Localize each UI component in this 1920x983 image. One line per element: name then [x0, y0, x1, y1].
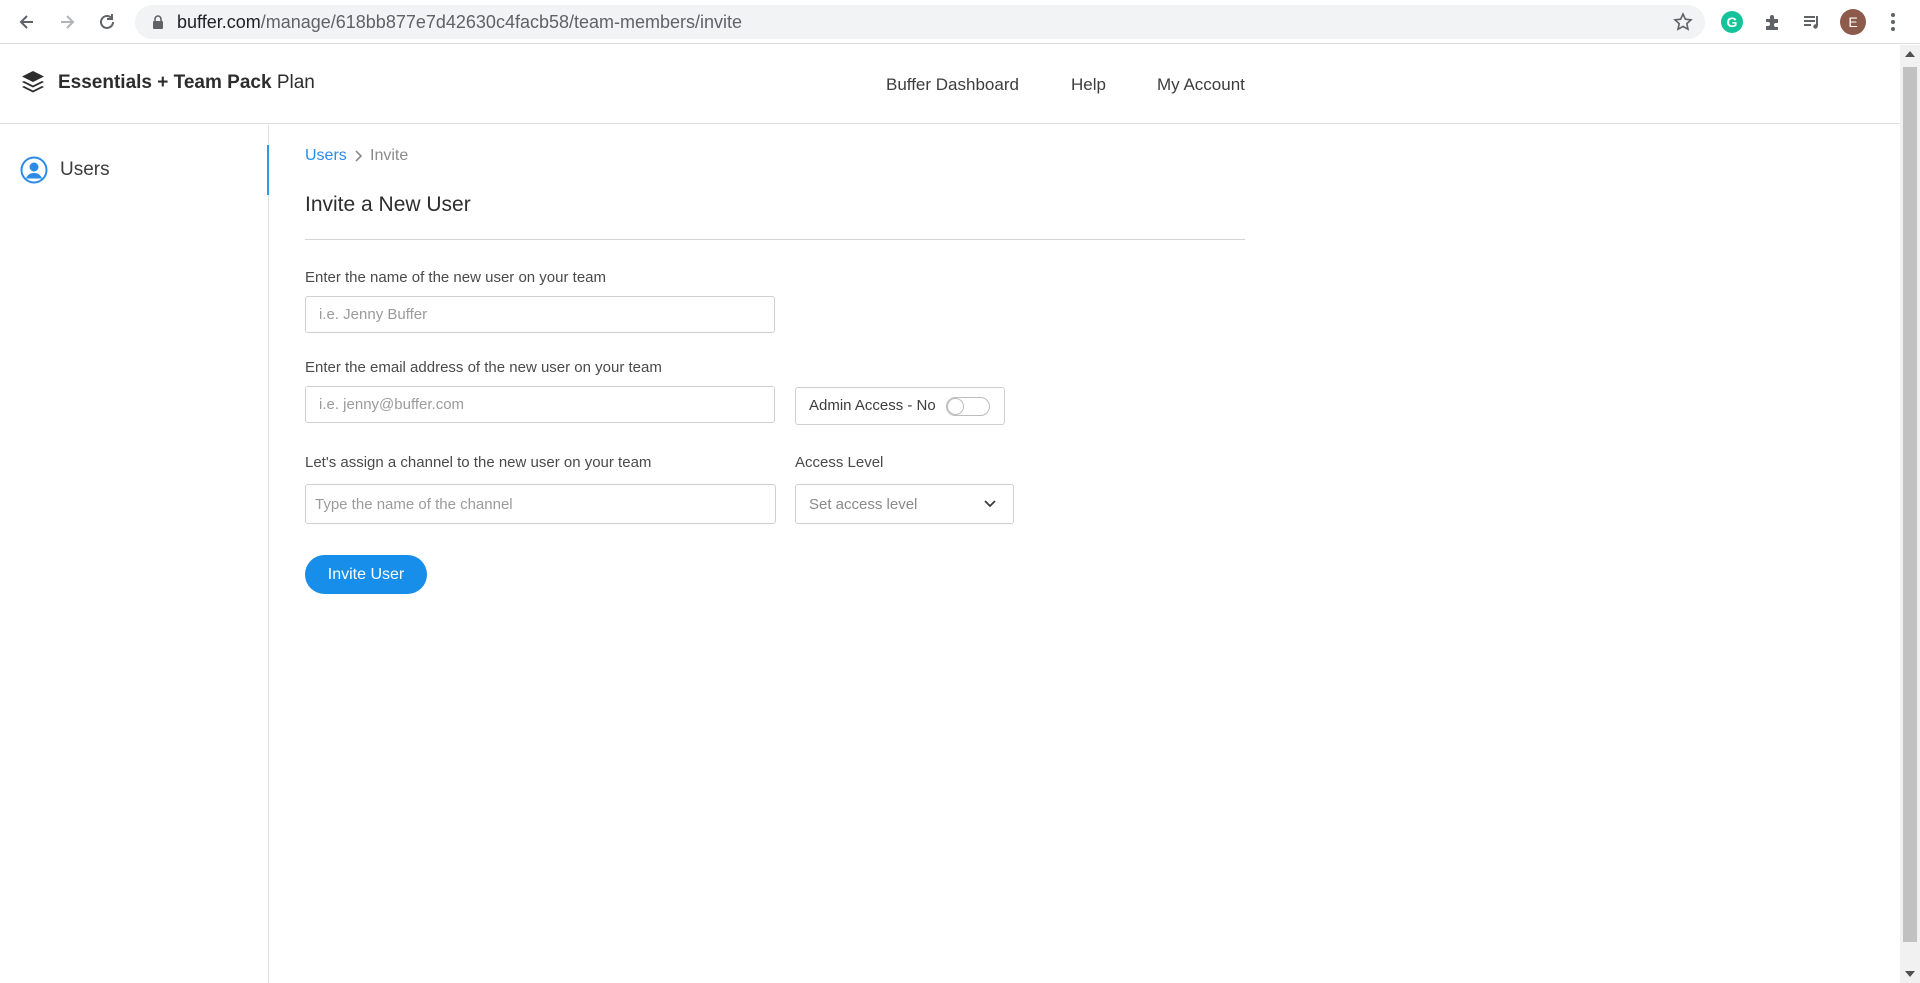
browser-menu-button[interactable] — [1880, 9, 1906, 35]
channel-input[interactable] — [305, 484, 776, 524]
chevron-down-icon — [984, 500, 996, 508]
toggle-knob — [947, 398, 964, 415]
scrollbar-thumb[interactable] — [1903, 67, 1917, 942]
scroll-up-arrow-icon[interactable] — [1905, 51, 1915, 57]
title-divider — [305, 239, 1245, 240]
media-control-button[interactable] — [1799, 9, 1825, 35]
address-bar[interactable]: buffer.com/manage/618bb877e7d42630c4facb… — [135, 5, 1705, 39]
email-label: Enter the email address of the new user … — [305, 359, 662, 376]
reload-icon — [100, 14, 114, 29]
profile-button[interactable]: E — [1840, 9, 1866, 35]
browser-toolbar: buffer.com/manage/618bb877e7d42630c4facb… — [0, 0, 1920, 44]
more-vertical-icon — [1891, 13, 1895, 31]
breadcrumb-current: Invite — [370, 147, 409, 164]
forward-button[interactable] — [52, 7, 82, 37]
access-level-select[interactable]: Set access level — [795, 484, 1014, 524]
sidebar-item-label: Users — [60, 159, 110, 180]
access-level-value: Set access level — [809, 496, 918, 513]
page-title: Invite a New User — [305, 193, 471, 216]
sidebar-item-users[interactable]: Users — [0, 145, 269, 195]
plan-name: Essentials + Team Pack Plan — [58, 72, 315, 94]
admin-access-label: Admin Access - No — [809, 397, 936, 414]
extensions-button[interactable] — [1759, 9, 1785, 35]
sidebar: Users — [0, 125, 269, 983]
grammarly-extension[interactable]: G — [1719, 9, 1745, 35]
bookmark-star-icon[interactable] — [1673, 12, 1693, 32]
breadcrumb-users-link[interactable]: Users — [305, 147, 347, 165]
scroll-down-arrow-icon[interactable] — [1905, 971, 1915, 977]
reload-button[interactable] — [92, 7, 122, 37]
nav-help[interactable]: Help — [1071, 75, 1106, 95]
page-header: Essentials + Team Pack Plan Buffer Dashb… — [0, 45, 1900, 124]
admin-access-control[interactable]: Admin Access - No — [795, 387, 1005, 425]
user-circle-icon — [20, 156, 48, 184]
plan-name-bold: Essentials + Team Pack — [58, 72, 272, 93]
grammarly-icon: G — [1721, 11, 1743, 33]
url-host: buffer.com — [177, 12, 261, 32]
channel-label: Let's assign a channel to the new user o… — [305, 454, 652, 471]
nav-buffer-dashboard[interactable]: Buffer Dashboard — [886, 75, 1019, 95]
arrow-right-icon — [61, 15, 75, 29]
invite-user-button[interactable]: Invite User — [305, 555, 427, 594]
name-input[interactable] — [305, 296, 775, 333]
arrow-left-icon — [19, 15, 33, 29]
back-button[interactable] — [12, 7, 42, 37]
admin-access-toggle[interactable] — [946, 397, 990, 416]
chevron-right-icon — [355, 150, 363, 162]
profile-avatar: E — [1840, 9, 1866, 35]
url-path: /manage/618bb877e7d42630c4facb58/team-me… — [260, 12, 743, 32]
email-input[interactable] — [305, 386, 775, 423]
page-scrollbar[interactable] — [1900, 45, 1920, 983]
plan-name-suffix: Plan — [276, 72, 315, 93]
buffer-logo-icon[interactable] — [20, 69, 46, 95]
name-label: Enter the name of the new user on your t… — [305, 269, 607, 286]
access-level-label: Access Level — [795, 454, 884, 471]
lock-icon — [153, 15, 163, 29]
puzzle-icon — [1766, 15, 1778, 30]
nav-my-account[interactable]: My Account — [1157, 75, 1245, 95]
playlist-icon — [1804, 16, 1818, 29]
url-text[interactable]: buffer.com/manage/618bb877e7d42630c4facb… — [177, 12, 742, 33]
